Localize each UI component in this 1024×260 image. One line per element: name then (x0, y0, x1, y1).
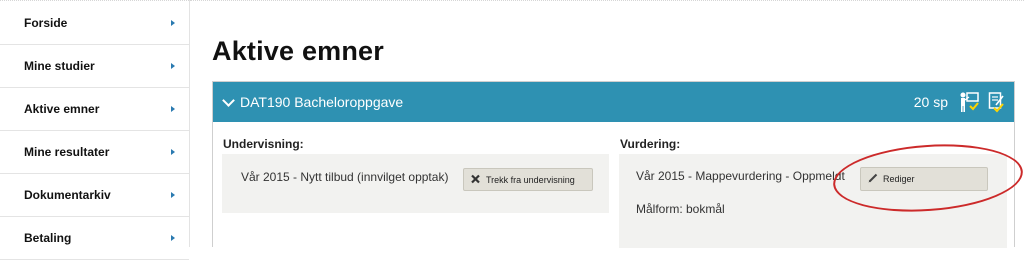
course-credits: 20 sp (913, 94, 948, 110)
top-divider (190, 0, 1024, 2)
assessment-box: Vår 2015 - Mappevurdering - Oppmeldt Mål… (619, 154, 1007, 248)
sidebar-item-forside[interactable]: Forside (0, 2, 189, 45)
caret-right-icon (171, 192, 175, 198)
teaching-label: Undervisning: (223, 137, 304, 151)
language-form: Målform: bokmål (636, 202, 725, 216)
caret-right-icon (171, 235, 175, 241)
course-card: DAT190 Bacheloroppgave 20 sp Undervisnin… (212, 81, 1015, 248)
caret-right-icon (171, 63, 175, 69)
chevron-down-icon[interactable] (222, 94, 235, 107)
sidebar: Forside Mine studier Aktive emner Mine r… (0, 0, 190, 260)
sidebar-item-betaling[interactable]: Betaling (0, 217, 189, 260)
sidebar-item-dokumentarkiv[interactable]: Dokumentarkiv (0, 174, 189, 217)
sidebar-item-aktive-emner[interactable]: Aktive emner (0, 88, 189, 131)
assessment-entry: Vår 2015 - Mappevurdering - Oppmeldt (636, 169, 845, 183)
caret-right-icon (171, 149, 175, 155)
pencil-icon (868, 173, 878, 185)
caret-right-icon (171, 20, 175, 26)
caret-right-icon (171, 106, 175, 112)
withdraw-teaching-label: Trekk fra undervisning (486, 174, 575, 185)
assessment-label: Vurdering: (620, 137, 681, 151)
edit-button[interactable]: Rediger (860, 167, 988, 191)
sidebar-item-label: Aktive emner (24, 102, 100, 116)
sidebar-item-mine-resultater[interactable]: Mine resultater (0, 131, 189, 174)
edit-button-label: Rediger (883, 174, 915, 184)
sidebar-item-mine-studier[interactable]: Mine studier (0, 45, 189, 88)
close-icon (471, 174, 480, 185)
withdraw-teaching-button[interactable]: Trekk fra undervisning (463, 168, 593, 191)
course-title: DAT190 Bacheloroppgave (240, 94, 404, 110)
teaching-entry: Vår 2015 - Nytt tilbud (innvilget opptak… (241, 170, 449, 184)
sidebar-item-label: Mine studier (24, 59, 95, 73)
page-title: Aktive emner (212, 36, 384, 66)
teaching-box: Vår 2015 - Nytt tilbud (innvilget opptak… (222, 154, 609, 213)
sidebar-item-label: Dokumentarkiv (24, 188, 111, 202)
course-header[interactable]: DAT190 Bacheloroppgave 20 sp (213, 82, 1014, 122)
sidebar-item-label: Betaling (24, 231, 72, 245)
sidebar-item-label: Forside (24, 16, 68, 30)
teaching-registration-icon[interactable] (958, 91, 980, 118)
assessment-registration-icon[interactable] (988, 91, 1006, 118)
sidebar-item-label: Mine resultater (24, 145, 110, 159)
